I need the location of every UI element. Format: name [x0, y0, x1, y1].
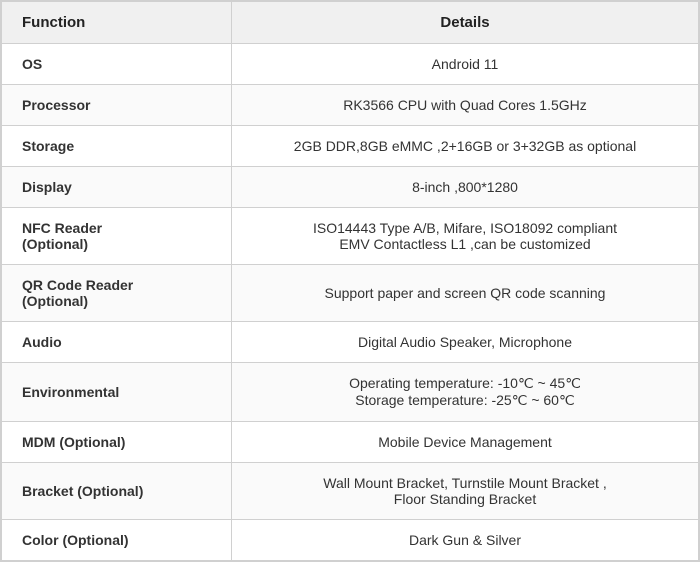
row-details: Support paper and screen QR code scannin… — [232, 265, 699, 322]
row-function: QR Code Reader(Optional) — [2, 265, 232, 322]
row-details: Wall Mount Bracket, Turnstile Mount Brac… — [232, 463, 699, 520]
row-function: Environmental — [2, 363, 232, 422]
table-row: Display8-inch ,800*1280 — [2, 167, 699, 208]
specs-table: Function Details OSAndroid 11ProcessorRK… — [0, 0, 700, 562]
row-details: RK3566 CPU with Quad Cores 1.5GHz — [232, 85, 699, 126]
table-row: EnvironmentalOperating temperature: -10℃… — [2, 363, 699, 422]
row-details: 2GB DDR,8GB eMMC ,2+16GB or 3+32GB as op… — [232, 126, 699, 167]
row-details: Dark Gun & Silver — [232, 520, 699, 561]
table-row: Bracket (Optional)Wall Mount Bracket, Tu… — [2, 463, 699, 520]
row-function: NFC Reader(Optional) — [2, 208, 232, 265]
row-function: Audio — [2, 322, 232, 363]
table-row: NFC Reader(Optional)ISO14443 Type A/B, M… — [2, 208, 699, 265]
table-row: Color (Optional)Dark Gun & Silver — [2, 520, 699, 561]
row-details: Android 11 — [232, 44, 699, 85]
row-function: OS — [2, 44, 232, 85]
row-function: Color (Optional) — [2, 520, 232, 561]
row-function: Bracket (Optional) — [2, 463, 232, 520]
table-row: QR Code Reader(Optional)Support paper an… — [2, 265, 699, 322]
row-details: ISO14443 Type A/B, Mifare, ISO18092 comp… — [232, 208, 699, 265]
table-row: AudioDigital Audio Speaker, Microphone — [2, 322, 699, 363]
row-function: Processor — [2, 85, 232, 126]
header-details: Details — [232, 2, 699, 44]
row-details: 8-inch ,800*1280 — [232, 167, 699, 208]
row-function: Display — [2, 167, 232, 208]
table-row: Storage2GB DDR,8GB eMMC ,2+16GB or 3+32G… — [2, 126, 699, 167]
table-row: ProcessorRK3566 CPU with Quad Cores 1.5G… — [2, 85, 699, 126]
row-details: Mobile Device Management — [232, 422, 699, 463]
table-row: OSAndroid 11 — [2, 44, 699, 85]
row-details: Operating temperature: -10℃ ~ 45℃Storage… — [232, 363, 699, 422]
row-function: MDM (Optional) — [2, 422, 232, 463]
row-function: Storage — [2, 126, 232, 167]
table-row: MDM (Optional) Mobile Device Management — [2, 422, 699, 463]
header-function: Function — [2, 2, 232, 44]
row-details: Digital Audio Speaker, Microphone — [232, 322, 699, 363]
